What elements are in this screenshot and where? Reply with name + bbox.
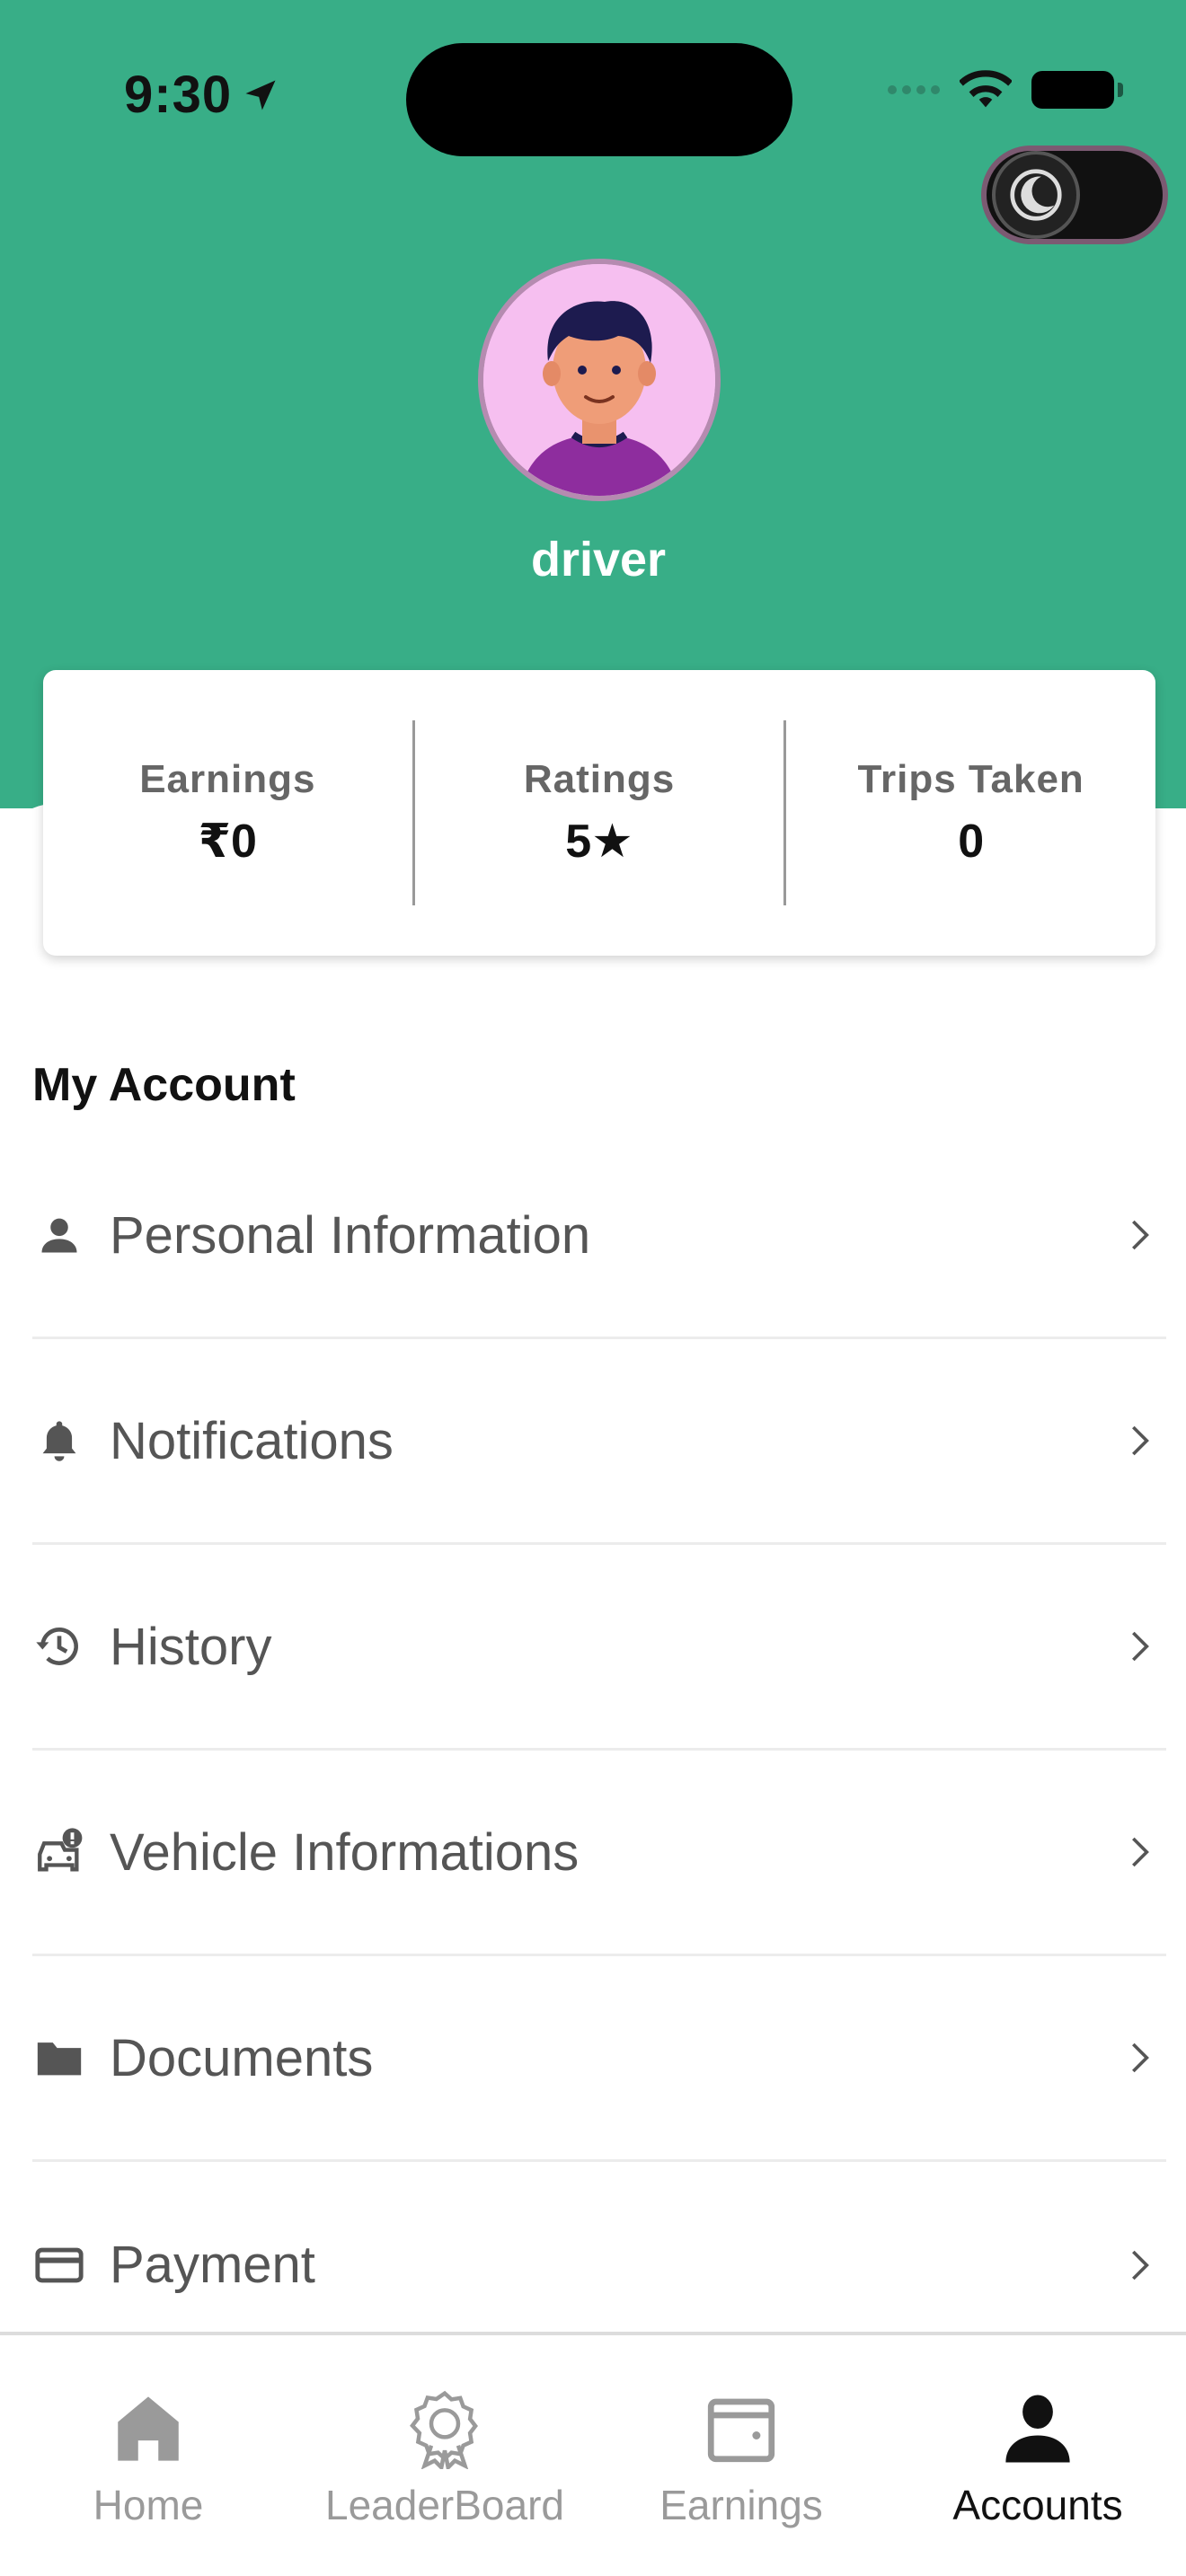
chevron-right-icon	[1112, 1208, 1166, 1262]
stat-ratings-value: 5★	[565, 816, 633, 868]
menu-item-documents[interactable]: Documents	[32, 1956, 1166, 2162]
menu-label: Notifications	[110, 1411, 394, 1470]
menu-label: Vehicle Informations	[110, 1822, 580, 1882]
stat-trips-value: 0	[958, 816, 985, 868]
stat-earnings: Earnings ₹0	[43, 757, 412, 869]
stat-trips: Trips Taken 0	[786, 757, 1155, 869]
location-arrow-icon	[245, 80, 276, 110]
menu-item-notifications[interactable]: Notifications	[32, 1339, 1166, 1545]
menu-label: History	[110, 1617, 272, 1676]
award-icon	[402, 2386, 488, 2472]
stats-card: Earnings ₹0 Ratings 5★ Trips Taken 0	[43, 670, 1155, 956]
bell-icon	[32, 1414, 86, 1468]
stat-earnings-value: ₹0	[198, 816, 257, 868]
user-icon	[995, 2386, 1081, 2472]
menu-item-personal-information[interactable]: Personal Information	[32, 1134, 1166, 1339]
chevron-right-icon	[1112, 2238, 1166, 2292]
nav-home-label: Home	[93, 2482, 204, 2528]
credit-card-icon	[32, 2238, 86, 2292]
dark-mode-toggle[interactable]	[981, 146, 1168, 244]
nav-leaderboard-label: LeaderBoard	[325, 2482, 564, 2528]
nav-earnings[interactable]: Earnings	[593, 2335, 890, 2576]
menu-item-vehicle-informations[interactable]: Vehicle Informations	[32, 1751, 1166, 1956]
stat-ratings: Ratings 5★	[415, 757, 784, 869]
account-menu: Personal Information Notifications Histo…	[32, 1134, 1166, 2368]
dynamic-island	[406, 43, 792, 156]
nav-earnings-label: Earnings	[659, 2482, 823, 2528]
wifi-icon	[960, 70, 1012, 108]
menu-label: Documents	[110, 2028, 374, 2087]
chevron-right-icon	[1112, 2031, 1166, 2085]
person-icon	[32, 1208, 86, 1262]
status-bar-time: 9:30	[124, 65, 280, 125]
menu-label: Personal Information	[110, 1205, 591, 1265]
folder-icon	[32, 2031, 86, 2085]
toggle-knob	[992, 151, 1080, 239]
chevron-right-icon	[1112, 1619, 1166, 1673]
chevron-right-icon	[1112, 1414, 1166, 1468]
bottom-nav: Home LeaderBoard Earnings Accounts	[0, 2332, 1186, 2576]
nav-accounts[interactable]: Accounts	[890, 2335, 1186, 2576]
menu-label: Payment	[110, 2236, 315, 2294]
status-time-text: 9:30	[124, 66, 233, 124]
stat-ratings-label: Ratings	[523, 757, 676, 801]
signal-icon	[888, 85, 940, 94]
stat-trips-label: Trips Taken	[857, 757, 1084, 801]
home-icon	[105, 2386, 191, 2472]
nav-accounts-label: Accounts	[952, 2482, 1123, 2528]
chevron-right-icon	[1112, 1825, 1166, 1879]
battery-icon	[1031, 71, 1123, 109]
nav-home[interactable]: Home	[0, 2335, 296, 2576]
history-icon	[32, 1619, 86, 1673]
section-title: My Account	[32, 1059, 296, 1111]
stat-earnings-label: Earnings	[139, 757, 316, 801]
menu-item-history[interactable]: History	[32, 1545, 1166, 1751]
car-alert-icon	[32, 1825, 86, 1879]
wallet-icon	[698, 2386, 784, 2472]
username: driver	[530, 533, 667, 587]
status-bar-right	[888, 70, 1123, 110]
nav-leaderboard[interactable]: LeaderBoard	[296, 2335, 593, 2576]
driver-avatar-icon	[483, 264, 715, 496]
avatar[interactable]	[478, 259, 721, 501]
moon-icon	[1010, 169, 1062, 221]
